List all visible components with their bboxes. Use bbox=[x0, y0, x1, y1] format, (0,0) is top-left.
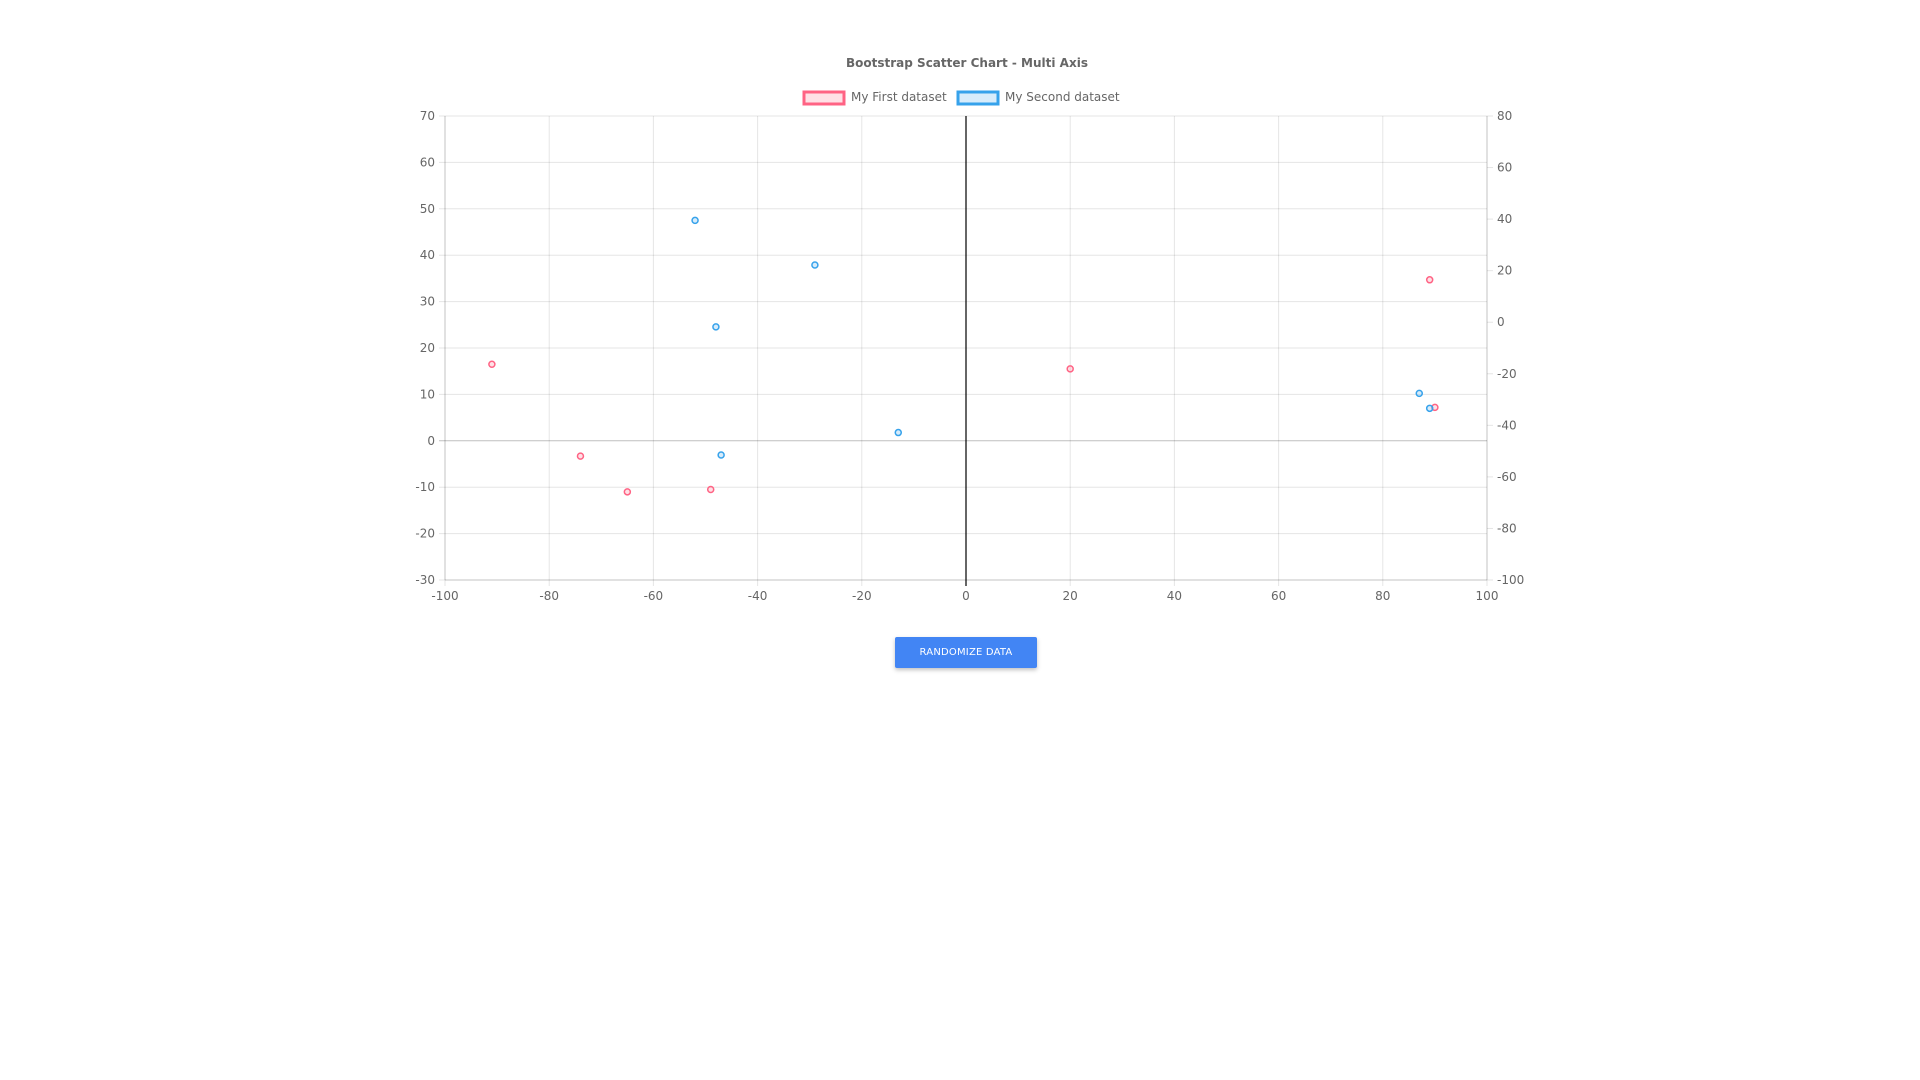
y-left-tick-label: -20 bbox=[415, 527, 435, 541]
y-left-tick-label: 50 bbox=[420, 202, 435, 216]
y-right-tick-label: -100 bbox=[1497, 573, 1524, 587]
legend-swatch-first-dataset bbox=[802, 90, 846, 106]
y-left-tick-label: 0 bbox=[427, 434, 435, 448]
x-tick-label: 20 bbox=[1063, 589, 1078, 603]
grid bbox=[439, 115, 1488, 586]
y-right-tick-label: 40 bbox=[1497, 212, 1512, 226]
y-right-tick-label: 0 bbox=[1497, 315, 1505, 329]
legend-label-first-dataset[interactable]: My First dataset bbox=[851, 90, 947, 104]
y-left-tick-label: 30 bbox=[420, 295, 435, 309]
x-tick-label: -20 bbox=[852, 589, 872, 603]
x-tick-label: 100 bbox=[1476, 589, 1499, 603]
y-right-tick-label: -20 bbox=[1497, 367, 1517, 381]
x-tick-label: -40 bbox=[748, 589, 768, 603]
data-points bbox=[488, 216, 1439, 496]
legend[interactable]: My First dataset My Second dataset bbox=[802, 90, 1120, 106]
x-tick-label: 40 bbox=[1167, 589, 1182, 603]
first-dataset-point[interactable] bbox=[488, 360, 496, 368]
second-dataset-point[interactable] bbox=[712, 323, 720, 331]
second-dataset-point[interactable] bbox=[691, 216, 699, 225]
first-dataset-point[interactable] bbox=[1066, 365, 1074, 373]
y-left-tick-label: -30 bbox=[415, 573, 435, 587]
y-left-tick-label: -10 bbox=[415, 480, 435, 494]
y-left-tick-label: 20 bbox=[420, 341, 435, 355]
y-right-tick-label: 60 bbox=[1497, 161, 1512, 175]
x-tick-label: -100 bbox=[431, 589, 458, 603]
x-axis-ticks: -100 -80 -60 -40 -20 0 20 40 60 80 100 bbox=[431, 589, 1498, 603]
first-dataset-point[interactable] bbox=[576, 452, 585, 460]
chart-title: Bootstrap Scatter Chart - Multi Axis bbox=[846, 56, 1088, 70]
first-dataset-point[interactable] bbox=[706, 485, 715, 494]
y-right-tick-label: -40 bbox=[1497, 418, 1517, 432]
legend-label-second-dataset[interactable]: My Second dataset bbox=[1005, 90, 1120, 104]
second-dataset-point[interactable] bbox=[1415, 389, 1424, 398]
randomize-data-button[interactable]: RANDOMIZE DATA bbox=[895, 637, 1037, 668]
y-right-tick-label: -80 bbox=[1497, 521, 1517, 535]
y-right-tick-label: 80 bbox=[1497, 109, 1512, 123]
y-left-tick-label: 10 bbox=[420, 387, 435, 401]
y-left-tick-label: 70 bbox=[420, 109, 435, 123]
first-dataset-point[interactable] bbox=[623, 488, 632, 496]
x-tick-label: 80 bbox=[1375, 589, 1390, 603]
second-dataset-point[interactable] bbox=[717, 451, 725, 459]
y-axis-right-ticks: 80 60 40 20 0 -20 -40 -60 -80 -100 bbox=[1487, 109, 1524, 587]
y-left-tick-label: 60 bbox=[420, 155, 435, 169]
y-right-tick-label: 20 bbox=[1497, 264, 1512, 278]
second-dataset-point[interactable] bbox=[1425, 404, 1434, 413]
x-tick-label: -60 bbox=[644, 589, 664, 603]
y-right-tick-label: -60 bbox=[1497, 470, 1517, 484]
y-left-tick-label: 40 bbox=[420, 248, 435, 262]
scatter-chart: Bootstrap Scatter Chart - Multi Axis My … bbox=[415, 56, 1524, 603]
second-dataset-point[interactable] bbox=[894, 428, 903, 437]
x-tick-label: -80 bbox=[539, 589, 559, 603]
x-tick-label: 60 bbox=[1271, 589, 1286, 603]
legend-swatch-second-dataset bbox=[956, 90, 1000, 106]
x-tick-label: 0 bbox=[962, 589, 970, 603]
first-dataset-point[interactable] bbox=[1425, 276, 1434, 284]
second-dataset-point[interactable] bbox=[811, 261, 819, 269]
y-axis-left-ticks: 70 60 50 40 30 20 10 0 -10 -20 -30 bbox=[415, 109, 435, 587]
